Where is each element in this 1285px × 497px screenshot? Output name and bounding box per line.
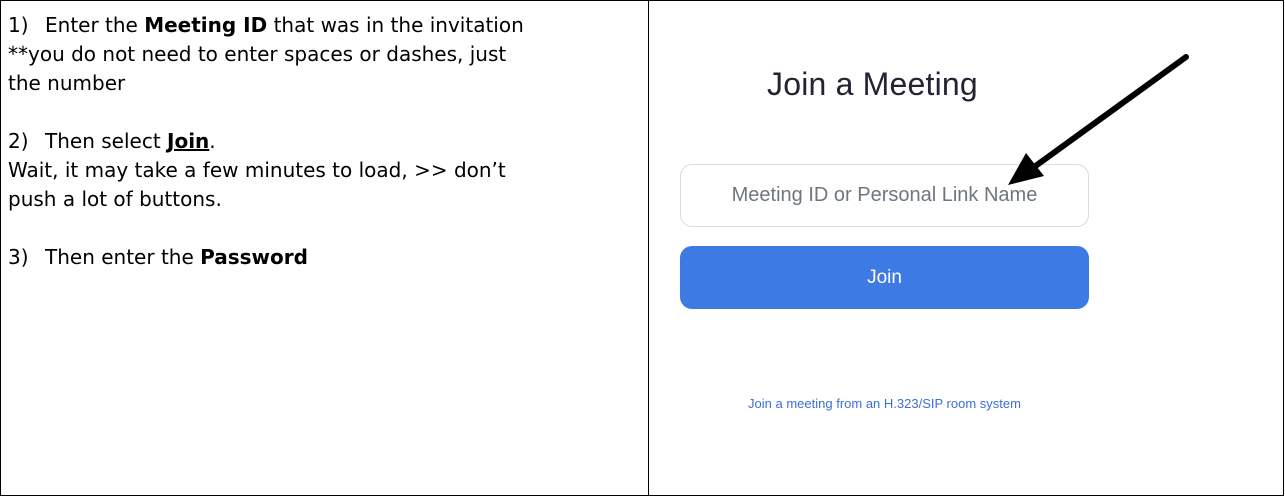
step-2-number: 2)	[8, 129, 29, 153]
step-1-note-line-1: **you do not need to enter spaces or das…	[8, 42, 507, 66]
step-3-pre: Then enter the	[45, 245, 201, 269]
step-2: 2) Then select Join.	[8, 127, 638, 156]
step-3-bold: Password	[200, 245, 308, 269]
step-1-pre: Enter the	[45, 13, 145, 37]
step-2-post: .	[209, 129, 216, 153]
arrow-icon	[1008, 54, 1189, 185]
step-2-note-line-2: push a lot of buttons.	[8, 187, 222, 211]
step-2-note-line-1: Wait, it may take a few minutes to load,…	[8, 158, 506, 182]
step-1-number: 1)	[8, 13, 29, 37]
instructions-cell: 1) Enter the Meeting ID that was in the i…	[8, 11, 638, 272]
step-3-number: 3)	[8, 245, 29, 269]
step-1-post: that was in the invitation	[267, 13, 524, 37]
step-1-bold: Meeting ID	[144, 13, 268, 37]
join-meeting-title: Join a Meeting	[767, 66, 978, 102]
step-2-pre: Then select	[45, 129, 168, 153]
step-3: 3) Then enter the Password	[8, 243, 638, 272]
step-1-note-line-2: the number	[8, 71, 126, 95]
sip-room-system-link[interactable]: Join a meeting from an H.323/SIP room sy…	[680, 396, 1089, 411]
step-1: 1) Enter the Meeting ID that was in the i…	[8, 11, 638, 40]
step-2-bold: Join	[167, 129, 210, 153]
join-button[interactable]: Join	[680, 246, 1089, 309]
